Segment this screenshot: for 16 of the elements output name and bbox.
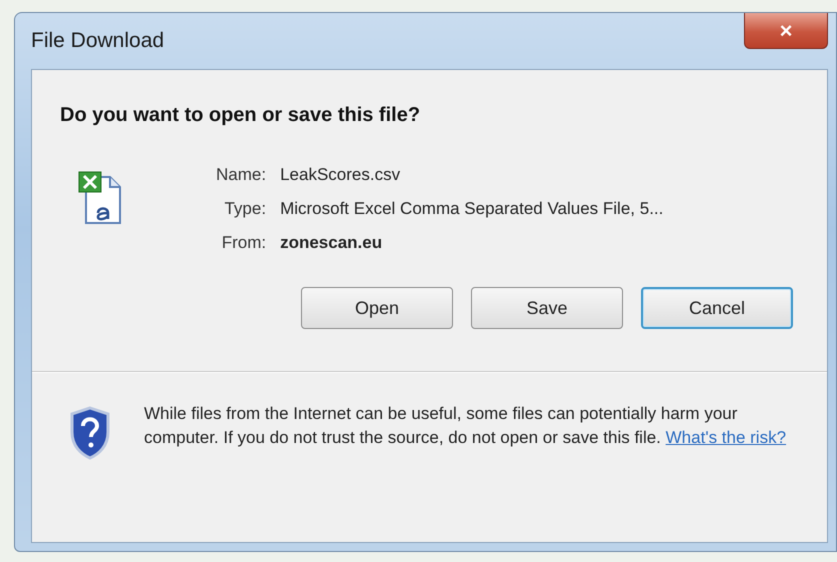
risk-link[interactable]: What's the risk?	[666, 428, 786, 447]
warning-text: While files from the Internet can be useful, some files can potentially harm your computer. If you do not trust the source, do not open or save this file. What's the risk?	[144, 403, 788, 449]
field-value: LeakScores.csv	[280, 165, 402, 185]
field-label: Name:	[216, 165, 266, 185]
field-label: Type:	[223, 199, 266, 219]
field-value: zonescan.eu	[280, 233, 384, 253]
window-title: File Download	[31, 29, 166, 53]
dialog-heading: Do you want to open or save this file?	[60, 104, 422, 127]
field-value: Microsoft Excel Comma Separated Values File, 5...	[280, 199, 664, 219]
shield-question-icon	[68, 406, 112, 460]
dialog-button[interactable]: Open	[301, 287, 453, 329]
dialog-button[interactable]: Cancel	[641, 287, 793, 329]
close-button[interactable]: ×	[744, 13, 828, 49]
field-label: From:	[220, 233, 266, 253]
spreadsheet-file-icon	[78, 169, 122, 225]
dialog-button[interactable]: Save	[471, 287, 623, 329]
